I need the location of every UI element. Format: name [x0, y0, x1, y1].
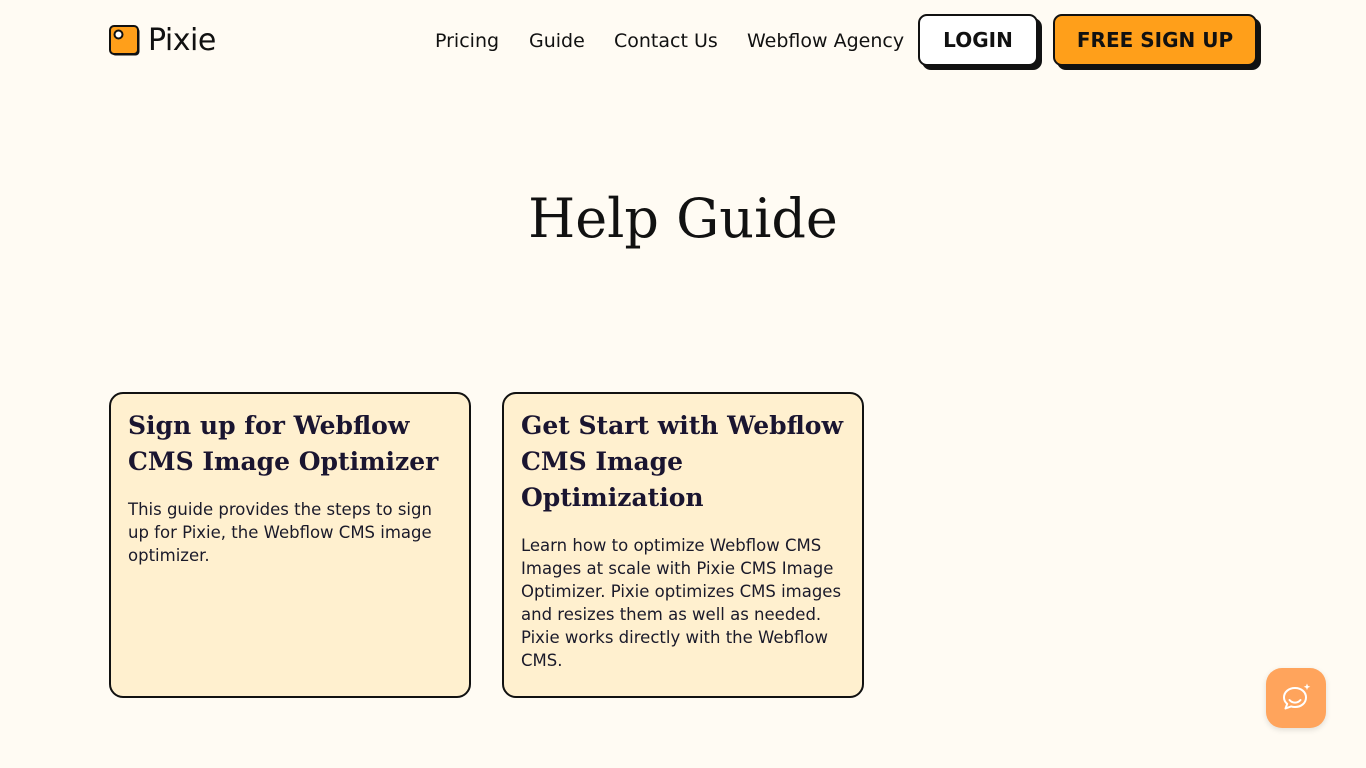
nav-link-contact-us[interactable]: Contact Us: [614, 28, 718, 54]
chat-widget-button[interactable]: [1266, 668, 1326, 728]
site-header: Pixie Pricing Guide Contact Us Webflow A…: [0, 0, 1366, 82]
guide-card-title: Get Start with Webflow CMS Image Optimiz…: [521, 411, 843, 512]
guide-card-title: Sign up for Webflow CMS Image Optimizer: [128, 411, 439, 476]
nav-link-pricing[interactable]: Pricing: [435, 28, 499, 54]
page: Pixie Pricing Guide Contact Us Webflow A…: [0, 0, 1366, 768]
nav-link-webflow-agency[interactable]: Webflow Agency: [747, 28, 904, 54]
login-button[interactable]: LOGIN: [918, 14, 1038, 66]
page-title: Help Guide: [528, 187, 838, 250]
guide-card-get-started[interactable]: Get Start with Webflow CMS Image Optimiz…: [502, 392, 864, 698]
chat-sparkle-icon: [1283, 683, 1311, 710]
free-sign-up-button[interactable]: FREE SIGN UP: [1053, 14, 1257, 66]
guide-card-description: This guide provides the steps to sign up…: [128, 500, 432, 565]
guide-card-sign-up[interactable]: Sign up for Webflow CMS Image Optimizer …: [109, 392, 471, 698]
guide-card-description: Learn how to optimize Webflow CMS Images…: [521, 536, 842, 670]
nav-link-guide[interactable]: Guide: [529, 28, 585, 54]
